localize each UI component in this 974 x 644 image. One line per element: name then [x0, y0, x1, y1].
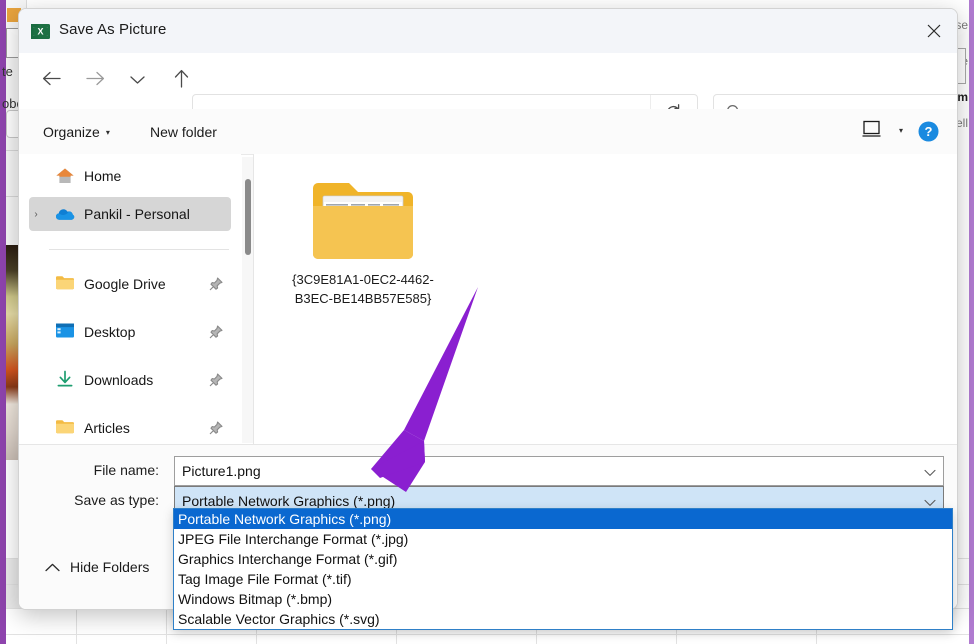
forward-arrow-icon — [85, 71, 105, 91]
view-layout-icon — [861, 120, 881, 143]
file-list-pane[interactable]: {3C9E81A1-0EC2-4462-B3EC-BE14BB57E585} — [254, 154, 957, 444]
save-as-type-dropdown-list[interactable]: Portable Network Graphics (*.png) JPEG F… — [173, 508, 953, 630]
view-options-caret-icon[interactable]: ▾ — [899, 126, 903, 135]
sidebar-item-label: Desktop — [84, 324, 136, 340]
download-icon — [55, 370, 75, 390]
sidebar-item-label: Home — [84, 168, 122, 184]
dialog-title: Save As Picture — [59, 21, 167, 38]
sidebar-item-downloads[interactable]: Downloads — [29, 363, 231, 397]
excel-icon: X — [31, 22, 50, 41]
hide-folders-button[interactable]: Hide Folders — [45, 559, 149, 575]
organize-label: Organize — [43, 124, 100, 140]
command-toolbar: Organize ▾ New folder ▾ ? — [19, 109, 957, 155]
recent-locations-button[interactable] — [119, 63, 155, 99]
save-as-type-value: Portable Network Graphics (*.png) — [182, 493, 396, 509]
screen: te obc se ele orm Cell — [0, 0, 974, 644]
file-item[interactable]: {3C9E81A1-0EC2-4462-B3EC-BE14BB57E585} — [278, 176, 448, 308]
svg-text:?: ? — [925, 124, 933, 139]
dialog-titlebar[interactable]: X Save As Picture — [19, 9, 957, 54]
sidebar-item-label: Pankil - Personal — [84, 206, 190, 222]
navigation-bar: › Pictures › Feedback — [19, 53, 957, 135]
new-folder-button[interactable]: New folder — [144, 119, 223, 145]
close-button[interactable] — [911, 9, 957, 53]
folder-icon — [55, 418, 75, 438]
home-icon — [55, 166, 75, 186]
navigation-sidebar: Home › Pankil - Personal Google Drive De… — [19, 154, 241, 444]
dropdown-option[interactable]: Scalable Vector Graphics (*.svg) — [174, 609, 952, 629]
folder-with-preview-icon — [309, 176, 417, 264]
chevron-down-icon — [129, 72, 145, 90]
sidebar-scrollbar-thumb[interactable] — [245, 179, 251, 255]
chevron-down-icon: ▾ — [105, 127, 110, 137]
file-name-value: Picture1.png — [182, 463, 261, 479]
save-as-type-label: Save as type: — [74, 492, 159, 508]
new-folder-label: New folder — [150, 124, 217, 140]
sidebar-divider — [49, 249, 229, 250]
file-item-label: {3C9E81A1-0EC2-4462-B3EC-BE14BB57E585} — [292, 272, 434, 306]
dropdown-option[interactable]: Tag Image File Format (*.tif) — [174, 569, 952, 589]
chevron-up-icon — [45, 559, 60, 575]
excel-fragment-0: te — [2, 64, 13, 79]
desktop-icon — [55, 322, 75, 342]
onedrive-icon — [55, 204, 75, 224]
dropdown-option[interactable]: JPEG File Interchange Format (*.jpg) — [174, 529, 952, 549]
organize-button[interactable]: Organize ▾ — [37, 119, 116, 145]
pin-icon[interactable] — [209, 277, 223, 291]
pin-icon[interactable] — [209, 373, 223, 387]
sidebar-item-label: Downloads — [84, 372, 154, 388]
back-button[interactable] — [33, 63, 69, 99]
sidebar-item-desktop[interactable]: Desktop — [29, 315, 231, 349]
file-name-input[interactable]: Picture1.png — [174, 456, 944, 486]
hide-folders-label: Hide Folders — [70, 559, 150, 575]
file-name-label: File name: — [93, 462, 159, 478]
sidebar-item-pankil-personal[interactable]: › Pankil - Personal — [29, 197, 231, 231]
help-icon[interactable]: ? — [918, 121, 939, 142]
up-arrow-icon — [174, 69, 189, 93]
back-arrow-icon — [42, 71, 61, 91]
view-layout-button[interactable] — [859, 120, 883, 142]
chevron-down-icon[interactable] — [924, 464, 936, 482]
sidebar-item-google-drive[interactable]: Google Drive — [29, 267, 231, 301]
pin-icon[interactable] — [209, 421, 223, 435]
window-border-right — [969, 0, 974, 644]
sidebar-item-label: Articles — [84, 420, 130, 436]
dropdown-option[interactable]: Windows Bitmap (*.bmp) — [174, 589, 952, 609]
forward-button[interactable] — [77, 63, 113, 99]
sidebar-item-label: Google Drive — [84, 276, 166, 292]
sidebar-item-articles[interactable]: Articles — [29, 411, 231, 445]
dropdown-option[interactable]: Graphics Interchange Format (*.gif) — [174, 549, 952, 569]
sidebar-item-home[interactable]: Home — [29, 159, 231, 193]
pin-icon[interactable] — [209, 325, 223, 339]
save-form: File name: Picture1.png Save as type: Po… — [19, 445, 957, 517]
folder-icon — [55, 274, 75, 294]
chevron-right-icon[interactable]: › — [27, 209, 45, 220]
svg-text:X: X — [37, 27, 43, 37]
dropdown-option[interactable]: Portable Network Graphics (*.png) — [174, 509, 952, 529]
